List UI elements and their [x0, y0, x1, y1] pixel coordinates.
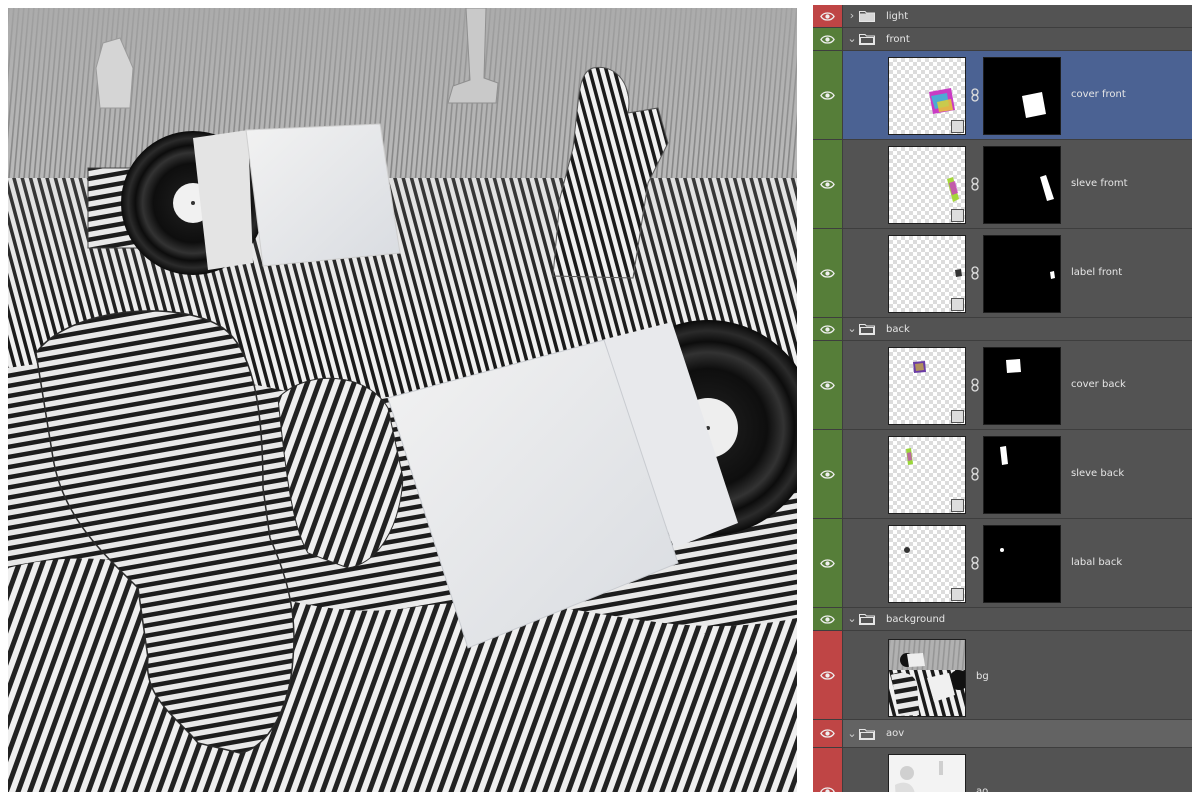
group-row-background[interactable]: ⌄ background [813, 608, 1192, 631]
visibility-toggle[interactable] [813, 341, 843, 429]
layer-row-sleeve-back[interactable]: sleve back [813, 430, 1192, 519]
chevron-down-icon[interactable]: ⌄ [846, 727, 858, 741]
folder-icon [859, 34, 875, 45]
chevron-down-icon[interactable]: ⌄ [846, 32, 858, 46]
layer-row-label-front[interactable]: label front [813, 229, 1192, 318]
visibility-toggle[interactable] [813, 720, 843, 747]
group-name-back: back [886, 324, 910, 335]
group-name-light: light [886, 11, 909, 22]
visibility-toggle[interactable] [813, 608, 843, 630]
smart-object-icon [951, 410, 964, 423]
smart-object-icon [951, 298, 964, 311]
layer-row-bg[interactable]: bg [813, 631, 1192, 720]
layer-mask-thumbnail[interactable] [983, 57, 1061, 135]
visibility-toggle[interactable] [813, 140, 843, 228]
layer-row-ao[interactable]: ao [813, 748, 1192, 792]
eye-icon [820, 12, 835, 21]
layer-row-label-back[interactable]: labal back [813, 519, 1192, 608]
group-row-light[interactable]: › light [813, 5, 1192, 28]
group-row-aov[interactable]: ⌄ aov [813, 720, 1192, 748]
layer-row-sleeve-front[interactable]: sleve fromt [813, 140, 1192, 229]
layer-name: sleve fromt [1071, 178, 1128, 189]
group-name-aov: aov [886, 728, 905, 739]
eye-icon [820, 91, 835, 100]
eye-icon [820, 180, 835, 189]
layer-thumbnail[interactable] [888, 347, 966, 425]
layer-name: label front [1071, 267, 1123, 278]
eye-icon [820, 671, 835, 680]
layer-mask-thumbnail[interactable] [983, 436, 1061, 514]
visibility-toggle[interactable] [813, 430, 843, 518]
smart-object-icon [951, 499, 964, 512]
layer-mask-thumbnail[interactable] [983, 146, 1061, 224]
smart-object-icon [951, 209, 964, 222]
chain-link-icon[interactable] [968, 266, 982, 280]
visibility-toggle[interactable] [813, 51, 843, 139]
group-name-front: front [886, 34, 910, 45]
chain-link-icon[interactable] [968, 88, 982, 102]
chevron-down-icon[interactable]: ⌄ [846, 612, 858, 626]
folder-icon [859, 729, 875, 740]
layers-panel: › light ⌄ front cover front sleve fromt … [813, 5, 1192, 792]
chain-link-icon[interactable] [968, 378, 982, 392]
layer-thumbnail[interactable] [888, 639, 966, 717]
layer-mask-thumbnail[interactable] [983, 235, 1061, 313]
layer-row-cover-back[interactable]: cover back [813, 341, 1192, 430]
layer-mask-thumbnail[interactable] [983, 525, 1061, 603]
layer-name: cover back [1071, 379, 1126, 390]
eye-icon [820, 269, 835, 278]
eye-icon [820, 559, 835, 568]
layer-thumbnail[interactable] [888, 436, 966, 514]
mockup-render [8, 8, 797, 792]
layer-thumbnail[interactable] [888, 754, 966, 792]
layer-thumbnail[interactable] [888, 525, 966, 603]
folder-icon [859, 614, 875, 625]
visibility-toggle[interactable] [813, 631, 843, 719]
eye-icon [820, 381, 835, 390]
layer-thumbnail[interactable] [888, 57, 966, 135]
layer-name: ao [976, 786, 989, 792]
eye-icon [820, 35, 835, 44]
layer-row-cover-front[interactable]: cover front [813, 51, 1192, 140]
visibility-toggle[interactable] [813, 318, 843, 340]
visibility-toggle[interactable] [813, 5, 843, 27]
smart-object-icon [951, 120, 964, 133]
layer-thumbnail[interactable] [888, 146, 966, 224]
document-canvas[interactable] [8, 8, 797, 792]
eye-icon [820, 729, 835, 738]
eye-icon [820, 470, 835, 479]
visibility-toggle[interactable] [813, 748, 843, 792]
chain-link-icon[interactable] [968, 467, 982, 481]
visibility-toggle[interactable] [813, 28, 843, 50]
group-row-back[interactable]: ⌄ back [813, 318, 1192, 341]
layer-name: bg [976, 671, 989, 682]
eye-icon [820, 325, 835, 334]
album-cover-rear [245, 123, 401, 267]
layer-name: labal back [1071, 557, 1123, 568]
chain-link-icon[interactable] [968, 556, 982, 570]
layer-thumbnail[interactable] [888, 235, 966, 313]
chevron-right-icon[interactable]: › [846, 9, 858, 23]
layer-name: cover front [1071, 89, 1126, 100]
layer-name: sleve back [1071, 468, 1125, 479]
group-name-background: background [886, 614, 946, 625]
eye-icon [820, 615, 835, 624]
folder-icon [859, 324, 875, 335]
smart-object-icon [951, 588, 964, 601]
eye-icon [820, 787, 835, 792]
visibility-toggle[interactable] [813, 519, 843, 607]
layer-mask-thumbnail[interactable] [983, 347, 1061, 425]
chevron-down-icon[interactable]: ⌄ [846, 322, 858, 336]
folder-icon [859, 11, 875, 22]
group-row-front[interactable]: ⌄ front [813, 28, 1192, 51]
chain-link-icon[interactable] [968, 177, 982, 191]
visibility-toggle[interactable] [813, 229, 843, 317]
